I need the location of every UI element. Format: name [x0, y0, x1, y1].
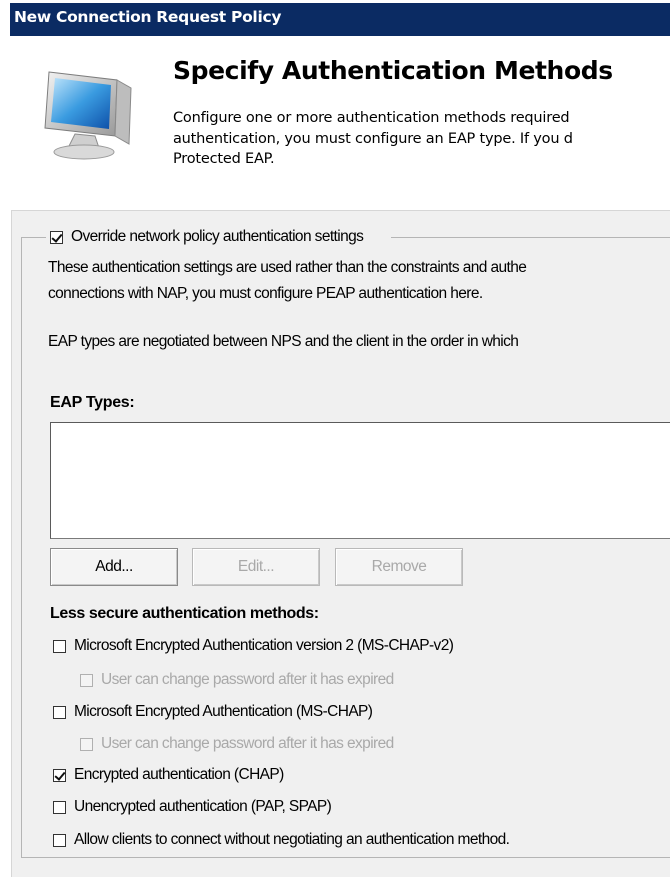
ms-chap-v2-change-password-label: User can change password after it has ex… [101, 671, 394, 688]
title-bar: New Connection Request Policy [10, 3, 670, 36]
eap-types-list[interactable] [50, 422, 670, 539]
ms-chap-change-password-option: User can change password after it has ex… [80, 734, 394, 754]
chap-checkbox[interactable] [53, 768, 66, 782]
info-text-line: EAP types are negotiated between NPS and… [48, 333, 519, 350]
override-checkbox[interactable] [50, 230, 63, 244]
description-line: authentication, you must configure an EA… [173, 130, 573, 147]
pap-spap-label: Unencrypted authentication (PAP, SPAP) [74, 798, 332, 815]
add-button[interactable]: Add... [50, 548, 178, 586]
eap-types-label: EAP Types: [50, 394, 135, 411]
description-line: Protected EAP. [173, 151, 275, 167]
ms-chap-v2-checkbox[interactable] [53, 639, 66, 653]
ms-chap-checkbox[interactable] [53, 705, 66, 719]
ms-chap-change-password-checkbox [80, 737, 93, 751]
ms-chap-v2-option[interactable]: Microsoft Encrypted Authentication versi… [53, 636, 454, 656]
info-text-line: connections with NAP, you must configure… [48, 285, 483, 302]
ms-chap-label: Microsoft Encrypted Authentication (MS-C… [74, 703, 373, 720]
no-negotiation-option[interactable]: Allow clients to connect without negotia… [53, 830, 510, 850]
page-description: Configure one or more authentication met… [173, 108, 670, 170]
ms-chap-option[interactable]: Microsoft Encrypted Authentication (MS-C… [53, 702, 373, 722]
info-text-line: These authentication settings are used r… [48, 259, 527, 276]
description-line: Configure one or more authentication met… [173, 110, 570, 126]
pap-spap-checkbox[interactable] [53, 800, 66, 814]
edit-button[interactable]: Edit... [192, 548, 320, 586]
no-negotiation-checkbox[interactable] [53, 833, 66, 847]
no-negotiation-label: Allow clients to connect without negotia… [74, 831, 510, 848]
computer-monitor-icon [44, 71, 132, 160]
chap-option[interactable]: Encrypted authentication (CHAP) [53, 765, 284, 785]
remove-button[interactable]: Remove [335, 548, 463, 586]
pap-spap-option[interactable]: Unencrypted authentication (PAP, SPAP) [53, 797, 332, 817]
override-checkbox-row[interactable]: Override network policy authentication s… [46, 225, 392, 249]
page-heading: Specify Authentication Methods [173, 56, 613, 85]
chap-label: Encrypted authentication (CHAP) [74, 766, 284, 783]
ms-chap-v2-label: Microsoft Encrypted Authentication versi… [74, 637, 454, 654]
window-title: New Connection Request Policy [14, 8, 282, 26]
ms-chap-v2-change-password-option: User can change password after it has ex… [80, 670, 394, 690]
override-label: Override network policy authentication s… [71, 228, 364, 245]
ms-chap-v2-change-password-checkbox [80, 673, 93, 687]
ms-chap-change-password-label: User can change password after it has ex… [101, 735, 394, 752]
less-secure-methods-label: Less secure authentication methods: [50, 605, 319, 622]
